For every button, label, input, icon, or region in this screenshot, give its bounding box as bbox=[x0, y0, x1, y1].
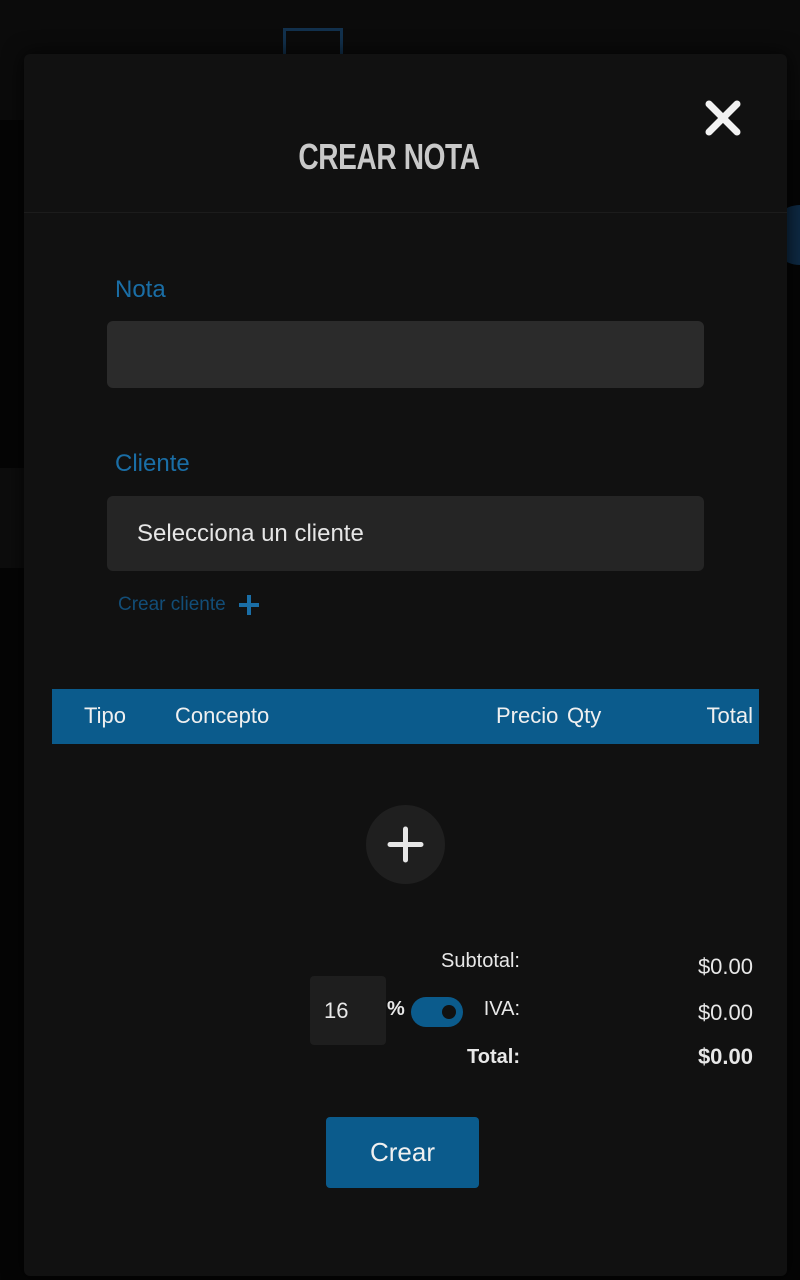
cliente-select[interactable]: Selecciona un cliente bbox=[107, 496, 704, 571]
nota-label: Nota bbox=[115, 276, 166, 303]
column-header-qty: Qty bbox=[567, 703, 602, 728]
percent-sign: % bbox=[387, 998, 405, 1020]
subtotal-value: $0.00 bbox=[697, 954, 753, 979]
subtotal-label: Subtotal: bbox=[441, 950, 520, 972]
crear-nota-modal: CREAR NOTA Nota Cliente Selecciona un cl… bbox=[24, 54, 787, 1276]
modal-title: CREAR NOTA bbox=[298, 136, 480, 177]
items-table-header: Tipo Concepto Precio Qty Total bbox=[52, 689, 759, 744]
iva-toggle[interactable] bbox=[411, 997, 463, 1027]
total-label: Total: bbox=[467, 1046, 520, 1068]
crear-button[interactable]: Crear bbox=[326, 1117, 479, 1188]
title-divider bbox=[24, 212, 787, 213]
iva-toggle-knob bbox=[442, 1005, 456, 1019]
plus-icon bbox=[236, 592, 262, 618]
close-button[interactable] bbox=[701, 96, 745, 140]
iva-value: $0.00 bbox=[697, 1000, 753, 1025]
cliente-select-value: Selecciona un cliente bbox=[137, 519, 364, 547]
crear-button-label: Crear bbox=[369, 1137, 435, 1167]
cliente-label: Cliente bbox=[115, 450, 190, 477]
nota-input[interactable] bbox=[107, 321, 704, 388]
crear-cliente-label: Crear cliente bbox=[118, 594, 226, 615]
column-header-total: Total bbox=[706, 703, 753, 728]
total-value: $0.00 bbox=[697, 1044, 753, 1069]
iva-percent-input[interactable]: 16 bbox=[310, 976, 386, 1045]
add-item-button[interactable] bbox=[366, 805, 445, 884]
column-header-tipo: Tipo bbox=[84, 703, 126, 728]
close-icon bbox=[705, 100, 741, 136]
plus-icon bbox=[387, 826, 424, 863]
column-header-concepto: Concepto bbox=[175, 703, 270, 728]
iva-label: IVA: bbox=[483, 998, 520, 1020]
crear-cliente-link[interactable]: Crear cliente bbox=[118, 592, 262, 618]
column-header-precio: Precio bbox=[496, 703, 559, 728]
